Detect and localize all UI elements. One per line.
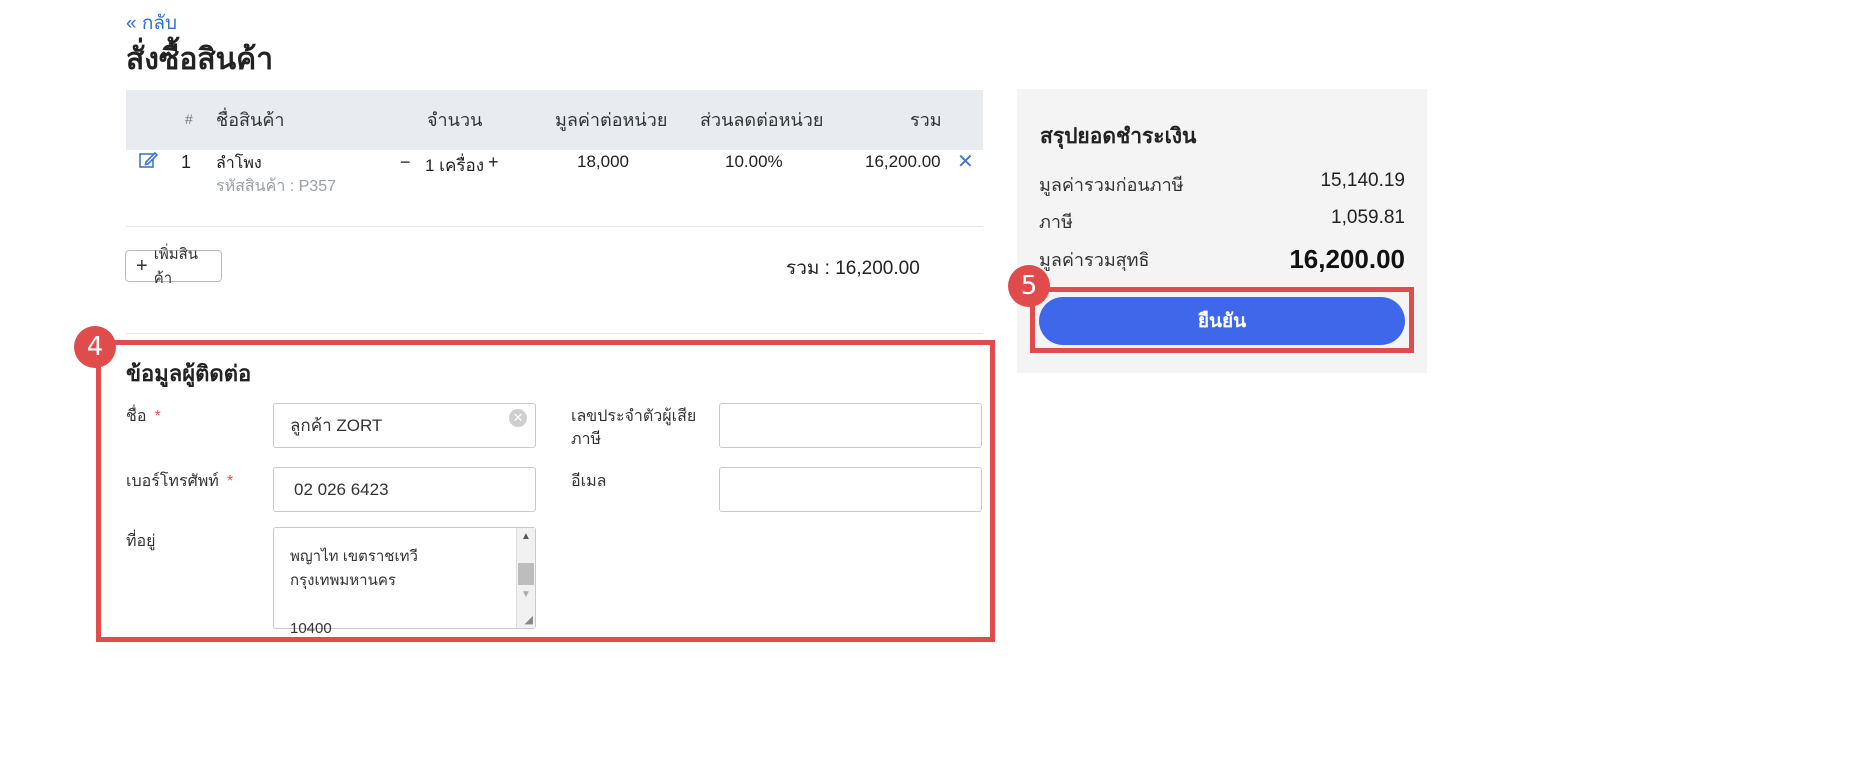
page-title: สั่งซื้อสินค้า: [126, 43, 274, 76]
qty-value: 1 เครื่อง: [425, 156, 485, 175]
subtotal-value: 15,140.19: [1320, 170, 1405, 191]
back-link[interactable]: « กลับ: [126, 8, 177, 38]
section-divider: [126, 333, 983, 334]
unit-price: 18,000: [577, 152, 629, 171]
col-quantity: จำนวน: [427, 110, 483, 130]
net-total-label: มูลค่ารวมสุทธิ: [1039, 250, 1150, 270]
row-divider: [126, 226, 983, 227]
remove-item-icon[interactable]: ✕: [957, 149, 974, 174]
product-code: รหัสสินค้า : P357: [216, 178, 336, 195]
double-chevron-left-icon: «: [126, 13, 137, 34]
col-total: รวม: [910, 110, 942, 130]
col-index: #: [185, 111, 193, 127]
qty-decrease-button[interactable]: −: [400, 152, 411, 173]
row-index: 1: [181, 152, 192, 172]
col-unit-price: มูลค่าต่อหน่วย: [555, 110, 668, 130]
col-discount: ส่วนลดต่อหน่วย: [700, 110, 824, 130]
annotation-box-confirm: [1030, 287, 1414, 353]
annotation-badge-5: 5: [1008, 265, 1050, 307]
add-item-label: เพิ่มสินค้า: [153, 246, 198, 287]
subtotal-label: มูลค่ารวมก่อนภาษี: [1039, 175, 1184, 195]
product-name: ลำโพง: [216, 155, 262, 172]
grand-total: รวม : 16,200.00: [786, 258, 920, 279]
annotation-box-contact: [96, 340, 995, 642]
col-product-name: ชื่อสินค้า: [216, 110, 285, 130]
summary-title: สรุปยอดชำระเงิน: [1040, 125, 1197, 148]
add-item-button[interactable]: + เพิ่มสินค้า: [125, 246, 222, 287]
qty-increase-button[interactable]: +: [488, 152, 499, 173]
back-label: กลับ: [141, 13, 178, 34]
discount-value: 10.00%: [725, 152, 783, 171]
net-total-value: 16,200.00: [1289, 244, 1405, 274]
tax-value: 1,059.81: [1331, 207, 1405, 228]
row-total: 16,200.00: [865, 152, 941, 171]
edit-icon[interactable]: [138, 150, 159, 175]
tax-label: ภาษี: [1039, 212, 1073, 232]
annotation-badge-4: 4: [74, 326, 116, 368]
plus-icon: +: [136, 255, 148, 277]
